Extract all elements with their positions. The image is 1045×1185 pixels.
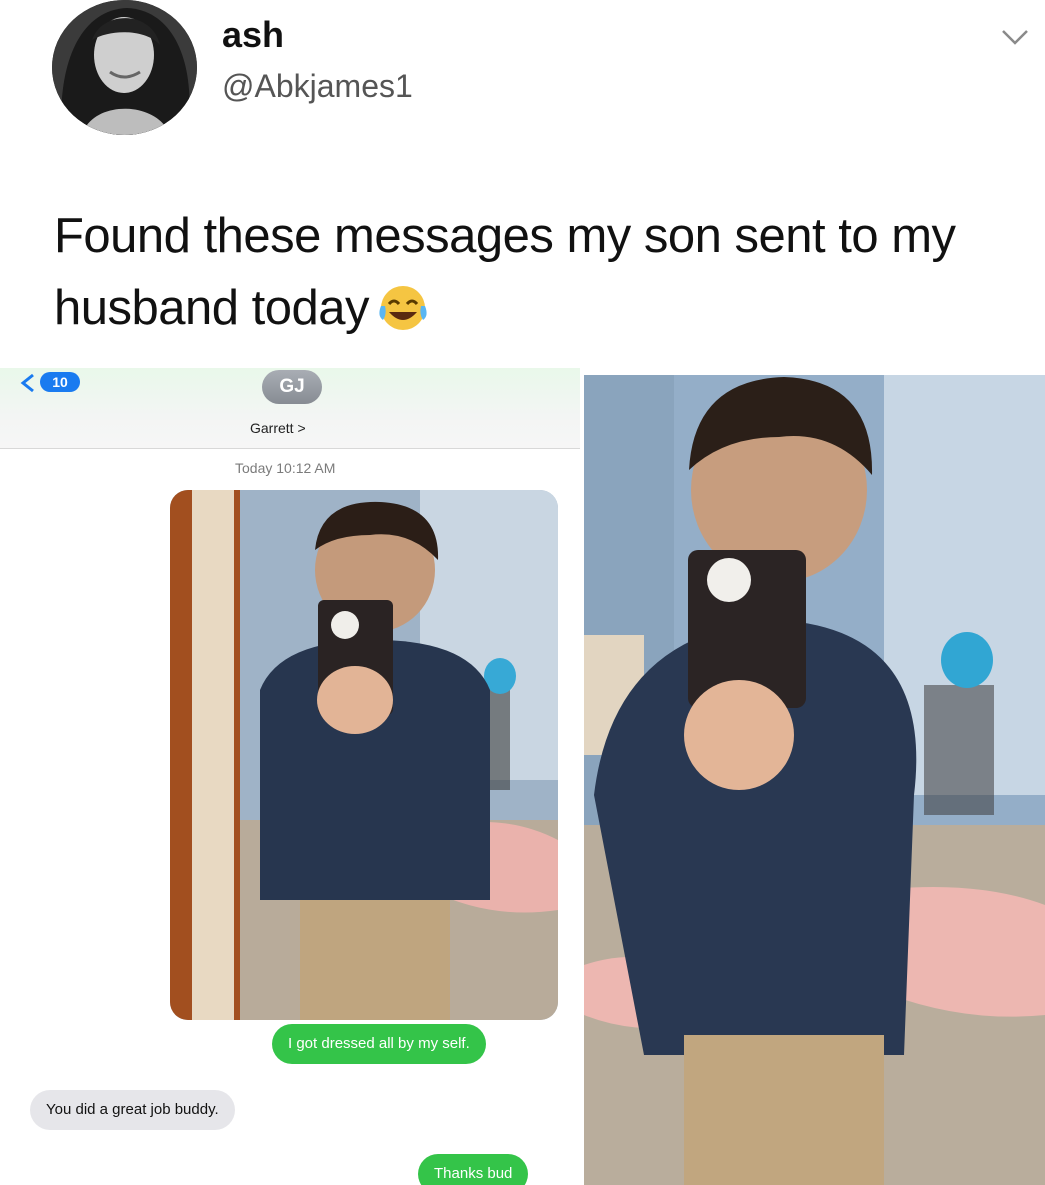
user-handle[interactable]: @Abkjames1: [222, 68, 413, 105]
contact-avatar[interactable]: GJ: [262, 370, 322, 404]
tweet-text: Found these messages my son sent to my h…: [54, 200, 1014, 344]
messages-screenshot: 10 GJ Garrett > Today 10:12 AM I got dre…: [0, 368, 580, 1185]
chevron-down-icon[interactable]: [1000, 26, 1030, 48]
unread-count-badge[interactable]: 10: [40, 372, 80, 392]
tweet-text-body: Found these messages my son sent to my h…: [54, 209, 956, 335]
attached-photo[interactable]: [170, 490, 558, 1020]
received-message-bubble[interactable]: You did a great job buddy.: [30, 1090, 235, 1130]
message-timestamp: Today 10:12 AM: [235, 460, 336, 476]
back-chevron-icon[interactable]: [18, 372, 38, 394]
sent-message-bubble[interactable]: Thanks bud: [418, 1154, 529, 1185]
laughing-emoji-icon: [379, 286, 427, 330]
sent-message-bubble[interactable]: I got dressed all by my self.: [272, 1024, 486, 1064]
display-name[interactable]: ash: [222, 14, 284, 56]
contact-name[interactable]: Garrett >: [250, 420, 306, 436]
profile-avatar[interactable]: [52, 0, 197, 135]
full-size-photo[interactable]: [584, 375, 1045, 1185]
conversation-header: 10 GJ Garrett >: [0, 368, 580, 449]
